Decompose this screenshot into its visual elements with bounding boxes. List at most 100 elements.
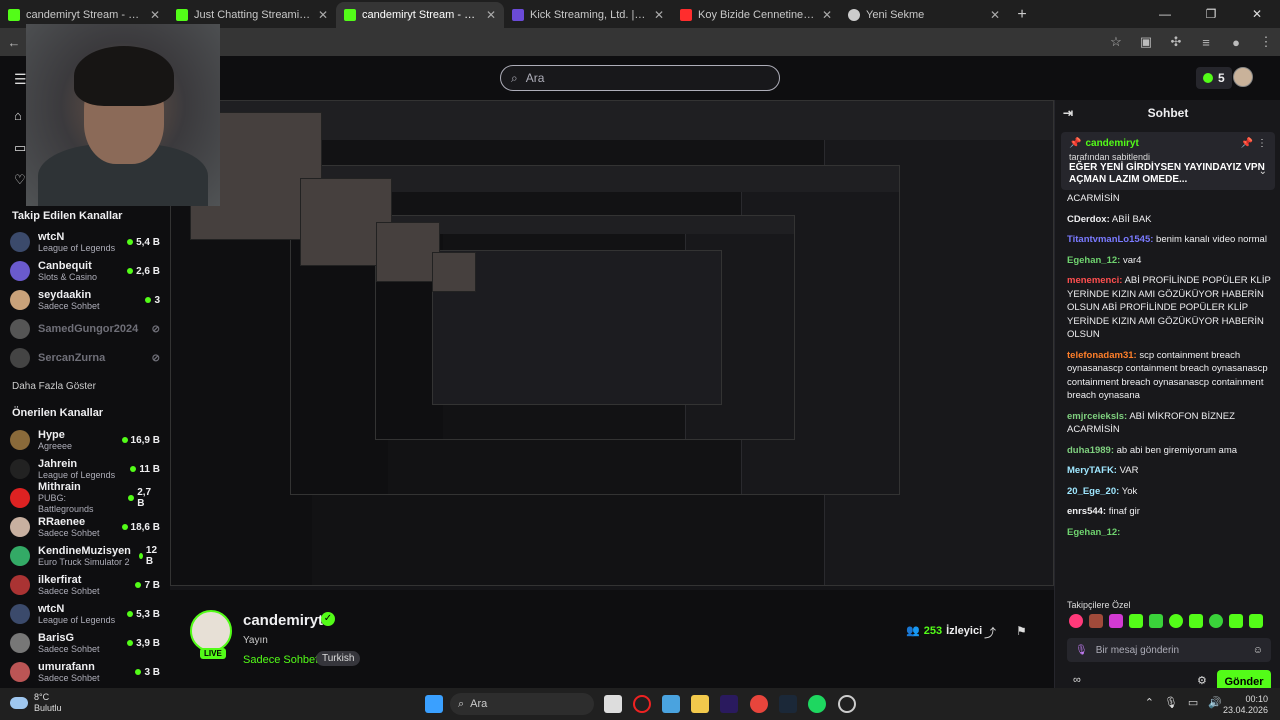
chat-message[interactable]: 20_Ege_20: Yok [1067, 485, 1275, 499]
weather-widget[interactable]: 8°C Bulutlu [10, 692, 62, 714]
chrome-icon[interactable] [750, 695, 768, 713]
chat-username[interactable]: Egehan_12: [1067, 255, 1120, 266]
emote-icon[interactable] [1149, 614, 1163, 628]
chat-message[interactable]: emjrceieksls: ABİ MİKROFON BİZNEZ ACARMİ… [1067, 410, 1275, 437]
chat-username[interactable]: MeryTAFK: [1067, 465, 1117, 476]
emote-icon[interactable] [1129, 614, 1143, 628]
chat-message[interactable]: duha1989: ab abi ben giremiyorum ama [1067, 444, 1275, 458]
search-input[interactable]: ⌕ Ara [500, 65, 780, 91]
following-heart-icon[interactable]: ♡ [14, 172, 26, 188]
chat-message[interactable]: ACARMİSİN [1067, 192, 1275, 206]
chat-username[interactable]: duha1989: [1067, 445, 1114, 456]
hamburger-menu-icon[interactable]: ☰ [14, 71, 27, 88]
chat-username[interactable]: telefonadam31: [1067, 350, 1137, 361]
user-avatar[interactable] [1233, 67, 1253, 87]
chat-message[interactable]: CDerdox: ABİİ BAK [1067, 213, 1275, 227]
opera-icon[interactable] [633, 695, 651, 713]
microphone-icon[interactable]: 🎙 [1164, 696, 1178, 709]
discord-icon[interactable] [838, 695, 856, 713]
puzzle-icon[interactable]: ✣ [1168, 34, 1184, 50]
category-link[interactable]: Sadece Sohbet [243, 654, 318, 666]
network-icon[interactable]: ▭ [1188, 696, 1198, 709]
close-tab-icon[interactable]: ✕ [486, 8, 496, 22]
new-tab-button[interactable]: + [1008, 2, 1036, 28]
browser-tab[interactable]: Yeni Sekme ✕ [840, 2, 1008, 28]
taskbar-search[interactable]: ⌕ Ara [450, 693, 594, 715]
chat-settings-gear-icon[interactable]: ⚙ [1197, 674, 1207, 687]
sidebar-channel[interactable]: Mithrain PUBG: Battlegrounds 2,7 B [10, 481, 160, 514]
close-tab-icon[interactable]: ✕ [150, 8, 160, 22]
emote-icon[interactable] [1189, 614, 1203, 628]
media-icon[interactable]: ≡ [1198, 35, 1214, 50]
emote-icon[interactable] [1069, 614, 1083, 628]
infinity-icon[interactable]: ∞ [1073, 674, 1081, 686]
close-tab-icon[interactable]: ✕ [654, 8, 664, 22]
chat-message[interactable]: Egehan_12: var4 [1067, 254, 1275, 268]
kicks-balance-button[interactable]: 5 [1196, 67, 1232, 89]
emote-icon[interactable] [1249, 614, 1263, 628]
chat-username[interactable]: menemenci: [1067, 275, 1122, 286]
sidebar-channel[interactable]: wtcN League of Legends 5,3 B [10, 600, 160, 628]
close-tab-icon[interactable]: ✕ [822, 8, 832, 22]
volume-icon[interactable]: 🔊 [1208, 696, 1222, 709]
sidebar-channel[interactable]: seydaakin Sadece Sohbet 3 [10, 286, 160, 314]
clock[interactable]: 00:10 23.04.2026 [1223, 694, 1268, 716]
sidebar-channel[interactable]: umurafann Sadece Sohbet 3 B [10, 658, 160, 686]
emote-icon[interactable] [1089, 614, 1103, 628]
home-icon[interactable]: ⌂ [14, 108, 22, 123]
emote-icon[interactable] [1169, 614, 1183, 628]
pinned-message[interactable]: 📌 candemiryt tarafından sabitlendi EĞER … [1061, 132, 1275, 190]
language-tag[interactable]: Turkish [316, 651, 361, 666]
emote-icon[interactable] [1229, 614, 1243, 628]
sidebar-channel[interactable]: Canbequit Slots & Casino 2,6 B [10, 257, 160, 285]
video-player[interactable] [170, 100, 1054, 590]
chat-message[interactable]: Egehan_12: [1067, 526, 1275, 540]
photos-icon[interactable] [662, 695, 680, 713]
chat-username[interactable]: CDerdox: [1067, 214, 1110, 225]
bookmark-star-icon[interactable]: ☆ [1108, 34, 1124, 50]
sidebar-channel[interactable]: SamedGungor2024 ⊘ [10, 315, 160, 343]
task-view-icon[interactable] [604, 695, 622, 713]
sidebar-channel[interactable]: ilkerfirat Sadece Sohbet 7 B [10, 571, 160, 599]
browser-tab-active[interactable]: candemiryt Stream - Watch Live ✕ [336, 2, 504, 28]
minimize-icon[interactable]: — [1142, 0, 1188, 28]
chat-username[interactable]: TitantvmanLo1545: [1067, 234, 1153, 245]
channel-name[interactable]: candemiryt [243, 612, 323, 629]
sidebar-channel[interactable]: KendineMuzisyen Euro Truck Simulator 2 12 … [10, 542, 160, 570]
premiere-icon[interactable] [720, 695, 738, 713]
more-options-icon[interactable]: ⋮ [1257, 138, 1267, 149]
chat-message[interactable]: telefonadam31: scp containment breach oy… [1067, 349, 1275, 403]
sidebar-channel[interactable]: wtcN League of Legends 5,4 B [10, 228, 160, 256]
chat-username[interactable]: Egehan_12: [1067, 527, 1120, 538]
browser-menu-icon[interactable]: ⋮ [1258, 34, 1274, 50]
channel-avatar[interactable] [190, 610, 232, 652]
collapse-chat-icon[interactable]: ⇥ [1063, 106, 1073, 120]
chat-username[interactable]: 20_Ege_20: [1067, 486, 1119, 497]
extension-icon[interactable]: ▣ [1138, 34, 1154, 50]
show-more-link[interactable]: Daha Fazla Göster [12, 381, 96, 392]
spotify-icon[interactable] [808, 695, 826, 713]
profile-icon[interactable]: ● [1228, 35, 1244, 50]
report-icon[interactable]: ⚑ [1016, 624, 1027, 638]
chat-message[interactable]: TitantvmanLo1545: benim kanalı video nor… [1067, 233, 1275, 247]
sidebar-channel[interactable]: RRaenee Sadece Sohbet 18,6 B [10, 513, 160, 541]
windows-start-icon[interactable] [425, 695, 443, 713]
file-explorer-icon[interactable] [691, 695, 709, 713]
chat-message[interactable]: MeryTAFK: VAR [1067, 464, 1275, 478]
maximize-icon[interactable]: ❐ [1188, 0, 1234, 28]
close-tab-icon[interactable]: ✕ [990, 8, 1000, 22]
chat-message[interactable]: menemenci: ABİ PROFİLİNDE POPÜLER KLİP Y… [1067, 274, 1275, 342]
emoji-icon[interactable]: ☺ [1253, 645, 1263, 656]
chat-message-input[interactable]: 🎙 Bir mesaj gönderin ☺ [1067, 638, 1271, 662]
close-tab-icon[interactable]: ✕ [318, 8, 328, 22]
sidebar-channel[interactable]: SercanZurna ⊘ [10, 344, 160, 372]
share-icon[interactable]: ⤴ [984, 624, 996, 641]
back-icon[interactable]: ← [6, 35, 22, 50]
unpin-icon[interactable]: 📌 [1241, 138, 1253, 149]
emote-icon[interactable] [1109, 614, 1123, 628]
sidebar-channel[interactable]: Jahrein League of Legends 11 B [10, 455, 160, 483]
browser-tab[interactable]: Kick Streaming, Ltd. | Set up pay ✕ [504, 2, 672, 28]
sidebar-channel[interactable]: BarisG Sadece Sohbet 3,9 B [10, 629, 160, 657]
close-window-icon[interactable]: ✕ [1234, 0, 1280, 28]
browse-icon[interactable]: ▭ [14, 140, 26, 156]
